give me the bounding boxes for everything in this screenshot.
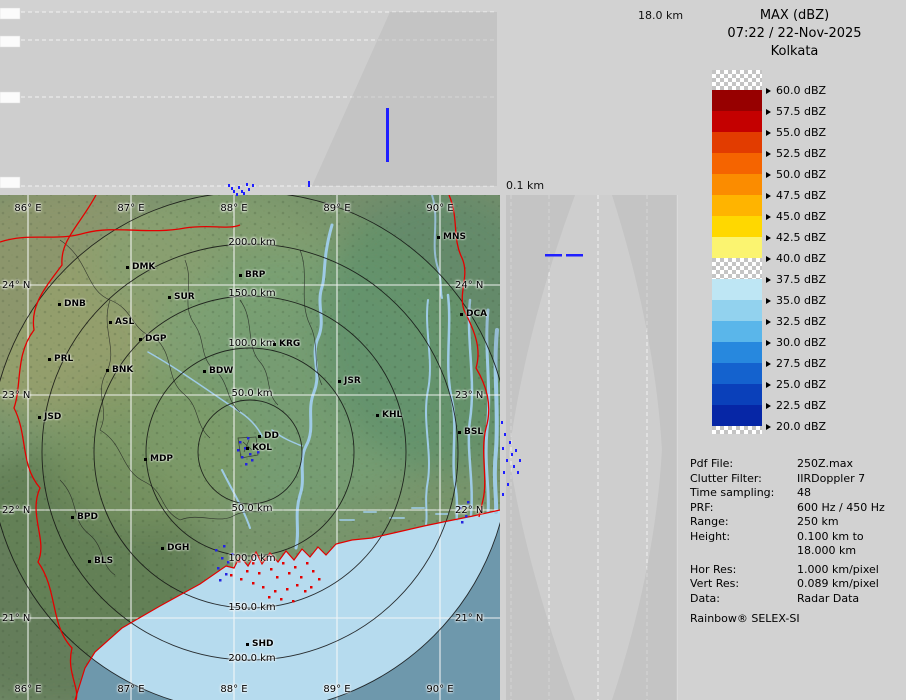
info-row: Vert Res:0.089 km/pixel: [690, 577, 904, 592]
legend-tick-label: 27.5 dBZ: [776, 357, 826, 370]
info-row-label: Time sampling:: [690, 486, 797, 501]
right-cross-section-panel[interactable]: [506, 195, 677, 700]
legend-tick: 22.5 dBZ: [766, 399, 826, 412]
legend-tick-label: 32.5 dBZ: [776, 315, 826, 328]
info-row-label: Pdf File:: [690, 457, 797, 472]
legend-tick: 20.0 dBZ: [766, 420, 826, 433]
legend-tick-arrow-icon: [766, 235, 771, 241]
info-row-value: 48: [797, 486, 811, 501]
info-panel: MAX (dBZ) 07:22 / 22-Nov-2025 Kolkata 60…: [683, 0, 906, 700]
legend-tick-arrow-icon: [766, 298, 771, 304]
legend-tick-arrow-icon: [766, 130, 771, 136]
legend-tick-label: 55.0 dBZ: [776, 126, 826, 139]
info-row-label: Height:: [690, 530, 797, 559]
top-cross-section-panel[interactable]: [0, 12, 497, 186]
info-row-value: 0.089 km/pixel: [797, 577, 879, 592]
info-row-value: Radar Data: [797, 592, 859, 607]
legend-tick: 45.0 dBZ: [766, 210, 826, 223]
legend-tick-label: 57.5 dBZ: [776, 105, 826, 118]
legend-tick: 50.0 dBZ: [766, 168, 826, 181]
legend-tick-label: 52.5 dBZ: [776, 147, 826, 160]
info-row: Pdf File:250Z.max: [690, 457, 904, 472]
legend-tick: 35.0 dBZ: [766, 294, 826, 307]
info-row-value: IIRDoppler 7: [797, 472, 865, 487]
map-view[interactable]: [0, 195, 500, 700]
legend-tick-arrow-icon: [766, 172, 771, 178]
product-info-table: Pdf File:250Z.maxClutter Filter:IIRDoppl…: [690, 457, 904, 606]
legend-tick-label: 20.0 dBZ: [776, 420, 826, 433]
legend-tick-label: 40.0 dBZ: [776, 252, 826, 265]
info-row: PRF:600 Hz / 450 Hz: [690, 501, 904, 516]
legend-tick: 60.0 dBZ: [766, 84, 826, 97]
info-row-label: Vert Res:: [690, 577, 797, 592]
info-row-label: Clutter Filter:: [690, 472, 797, 487]
height-axis-min-label: 0.1 km: [506, 179, 544, 192]
info-row: Hor Res:1.000 km/pixel: [690, 563, 904, 578]
legend-tick-label: 45.0 dBZ: [776, 210, 826, 223]
legend-tick: 55.0 dBZ: [766, 126, 826, 139]
info-row: Range:250 km: [690, 515, 904, 530]
legend-tick-arrow-icon: [766, 277, 771, 283]
legend-tick-arrow-icon: [766, 382, 771, 388]
legend-tick-arrow-icon: [766, 88, 771, 94]
legend-tick: 37.5 dBZ: [766, 273, 826, 286]
info-row-label: Hor Res:: [690, 563, 797, 578]
legend-tick-arrow-icon: [766, 361, 771, 367]
legend-tick-label: 50.0 dBZ: [776, 168, 826, 181]
legend-tick: 57.5 dBZ: [766, 105, 826, 118]
legend-tick-label: 35.0 dBZ: [776, 294, 826, 307]
info-row: Height:0.100 km to 18.000 km: [690, 530, 904, 559]
radar-display-window: 86° E86° E87° E87° E88° E88° E89° E89° E…: [0, 0, 906, 700]
legend-tick: 47.5 dBZ: [766, 189, 826, 202]
legend-tick-label: 25.0 dBZ: [776, 378, 826, 391]
info-row-label: Data:: [690, 592, 797, 607]
legend-tick: 25.0 dBZ: [766, 378, 826, 391]
legend-tick-arrow-icon: [766, 424, 771, 430]
info-row-value: 250 km: [797, 515, 839, 530]
legend-tick: 30.0 dBZ: [766, 336, 826, 349]
legend-tick-label: 47.5 dBZ: [776, 189, 826, 202]
software-brand: Rainbow® SELEX-SI: [690, 612, 800, 625]
height-axis-max-label: 18.0 km: [638, 9, 683, 22]
legend-tick: 42.5 dBZ: [766, 231, 826, 244]
info-row-value: 0.100 km to 18.000 km: [797, 530, 864, 559]
legend-tick-arrow-icon: [766, 151, 771, 157]
legend-tick-arrow-icon: [766, 193, 771, 199]
info-row-label: Range:: [690, 515, 797, 530]
legend-tick-label: 37.5 dBZ: [776, 273, 826, 286]
legend-tick: 32.5 dBZ: [766, 315, 826, 328]
legend-tick-label: 42.5 dBZ: [776, 231, 826, 244]
legend-tick-label: 22.5 dBZ: [776, 399, 826, 412]
legend-tick: 40.0 dBZ: [766, 252, 826, 265]
legend-tick-arrow-icon: [766, 214, 771, 220]
legend-tick-arrow-icon: [766, 109, 771, 115]
info-row-value: 600 Hz / 450 Hz: [797, 501, 885, 516]
legend-tick: 52.5 dBZ: [766, 147, 826, 160]
legend-tick: 27.5 dBZ: [766, 357, 826, 370]
info-row: Time sampling:48: [690, 486, 904, 501]
legend-tick-arrow-icon: [766, 319, 771, 325]
legend-tick-arrow-icon: [766, 403, 771, 409]
legend-tick-arrow-icon: [766, 256, 771, 262]
info-row-value: 250Z.max: [797, 457, 853, 472]
info-row: Data:Radar Data: [690, 592, 904, 607]
info-row-value: 1.000 km/pixel: [797, 563, 879, 578]
legend-tick-arrow-icon: [766, 340, 771, 346]
legend-tick-label: 30.0 dBZ: [776, 336, 826, 349]
info-row: Clutter Filter:IIRDoppler 7: [690, 472, 904, 487]
info-row-label: PRF:: [690, 501, 797, 516]
legend-tick-label: 60.0 dBZ: [776, 84, 826, 97]
